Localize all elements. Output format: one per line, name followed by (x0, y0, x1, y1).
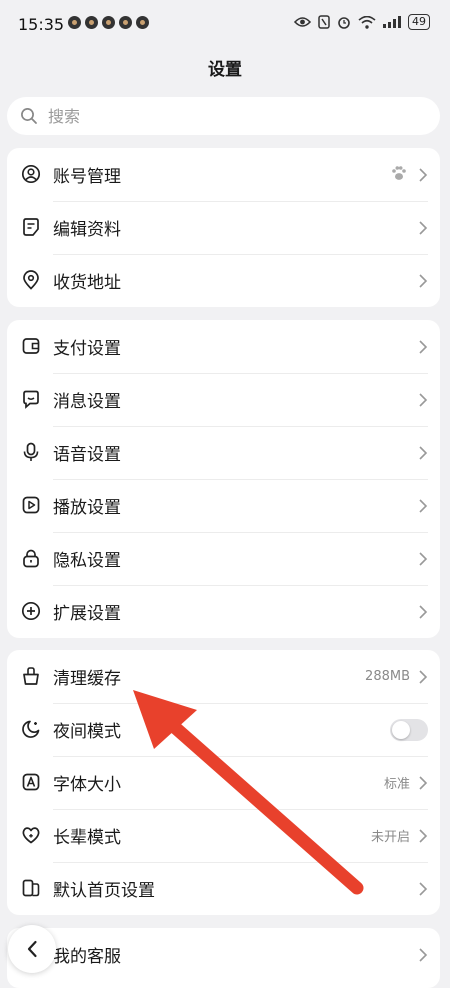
settings-row-message[interactable]: 消息设置 (7, 373, 440, 426)
settings-row-playback[interactable]: 播放设置 (7, 479, 440, 532)
app-notification-icon (85, 16, 98, 29)
location-pin-icon (21, 270, 41, 290)
back-button[interactable] (8, 925, 56, 973)
settings-row-font-size[interactable]: 字体大小 标准 (7, 756, 440, 809)
support-card: 我的客服 (7, 928, 440, 988)
chevron-left-icon (27, 940, 37, 958)
chevron-right-icon (418, 273, 428, 289)
settings-row-payment[interactable]: 支付设置 (7, 320, 440, 373)
status-bar: 15:35 49 (0, 0, 450, 50)
chevron-right-icon (418, 551, 428, 567)
settings-row-label: 编辑资料 (53, 220, 121, 240)
wifi-icon (358, 15, 376, 29)
play-icon (21, 495, 41, 515)
edit-note-icon (21, 217, 41, 237)
app-notification-icon (136, 16, 149, 29)
plus-circle-icon (21, 601, 41, 621)
chevron-right-icon (418, 220, 428, 236)
general-settings-card: 支付设置 消息设置 语音设置 播放设置 隐私设置 扩展设置 (7, 320, 440, 638)
signal-icon (383, 16, 401, 28)
wallet-icon (21, 336, 41, 356)
chevron-right-icon (418, 498, 428, 514)
settings-row-account[interactable]: 账号管理 (7, 148, 440, 201)
settings-row-label: 播放设置 (53, 498, 121, 518)
settings-row-label: 字体大小 (53, 775, 121, 795)
night-mode-toggle[interactable] (390, 719, 428, 741)
app-notification-icon (102, 16, 115, 29)
font-size-value: 标准 (383, 777, 410, 792)
microphone-icon (21, 442, 41, 462)
font-a-icon (21, 772, 41, 792)
settings-row-voice[interactable]: 语音设置 (7, 426, 440, 479)
chevron-right-icon (418, 881, 428, 897)
settings-row-label: 扩展设置 (53, 604, 121, 624)
display-settings-card: 清理缓存 288MB 夜间模式 字体大小 标准 长辈模式 未开启 默认首页设置 (7, 650, 440, 915)
moon-icon (21, 719, 41, 739)
app-notification-icon (119, 16, 132, 29)
status-time: 15:35 (18, 15, 65, 34)
system-icons: 49 (294, 14, 430, 30)
page-title: 设置 (208, 60, 242, 80)
settings-row-extensions[interactable]: 扩展设置 (7, 585, 440, 638)
lock-icon (21, 548, 41, 568)
elder-mode-value: 未开启 (370, 830, 410, 845)
settings-row-label: 语音设置 (53, 445, 121, 465)
settings-row-label: 账号管理 (53, 167, 121, 187)
settings-row-privacy[interactable]: 隐私设置 (7, 532, 440, 585)
paw-icon (391, 166, 407, 185)
user-circle-icon (21, 164, 41, 184)
broom-icon (21, 666, 41, 686)
header: 设置 (0, 55, 450, 85)
settings-row-label: 支付设置 (53, 339, 121, 359)
settings-row-elder-mode[interactable]: 长辈模式 未开启 (7, 809, 440, 862)
home-page-icon (21, 878, 41, 898)
chat-bubble-icon (21, 389, 41, 409)
chevron-right-icon (418, 828, 428, 844)
chevron-right-icon (418, 775, 428, 791)
settings-row-label: 夜间模式 (53, 722, 121, 742)
app-notification-icon (68, 16, 81, 29)
chevron-right-icon (418, 947, 428, 963)
chevron-right-icon (418, 669, 428, 685)
settings-row-label: 隐私设置 (53, 551, 121, 571)
account-settings-card: 账号管理 编辑资料 收货地址 (7, 148, 440, 307)
settings-row-clear-cache[interactable]: 清理缓存 288MB (7, 650, 440, 703)
settings-row-address[interactable]: 收货地址 (7, 254, 440, 307)
chevron-right-icon (418, 339, 428, 355)
notification-icons (68, 16, 149, 29)
chevron-right-icon (418, 445, 428, 461)
chevron-right-icon (418, 167, 428, 183)
settings-row-label: 长辈模式 (53, 828, 121, 848)
settings-row-label: 收货地址 (53, 273, 121, 293)
cache-size-value: 288MB (365, 669, 410, 684)
settings-row-default-home[interactable]: 默认首页设置 (7, 862, 440, 915)
search-bar[interactable] (7, 97, 440, 135)
chevron-right-icon (418, 604, 428, 620)
toggle-knob (392, 721, 410, 739)
settings-row-label: 默认首页设置 (53, 881, 155, 901)
nfc-icon (318, 15, 330, 29)
battery-indicator: 49 (408, 14, 430, 30)
settings-row-edit-profile[interactable]: 编辑资料 (7, 201, 440, 254)
eye-icon (294, 17, 311, 27)
search-icon (21, 108, 37, 124)
alarm-icon (338, 17, 350, 29)
settings-row-label: 我的客服 (53, 947, 121, 967)
settings-row-night-mode: 夜间模式 (7, 703, 440, 756)
settings-row-customer-service[interactable]: 我的客服 (7, 928, 440, 981)
search-input[interactable] (46, 105, 410, 127)
heart-icon (21, 825, 41, 845)
chevron-right-icon (418, 392, 428, 408)
settings-row-label: 消息设置 (53, 392, 121, 412)
settings-row-label: 清理缓存 (53, 669, 121, 689)
